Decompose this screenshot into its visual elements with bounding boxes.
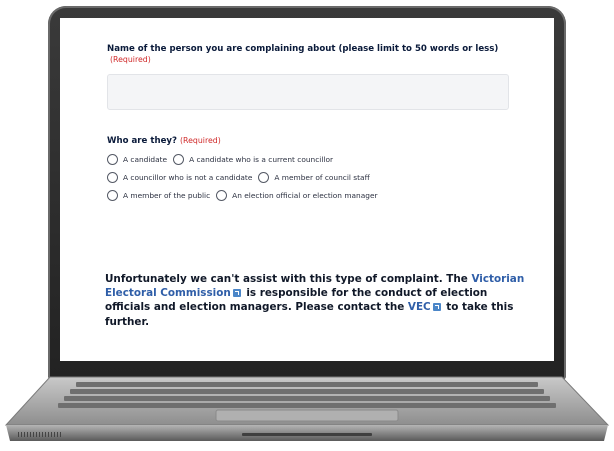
radio-button[interactable]: [258, 171, 270, 183]
complaint-form: Name of the person you are complaining a…: [107, 44, 517, 201]
trackpad: [215, 409, 399, 422]
laptop-screen: Name of the person you are complaining a…: [60, 18, 554, 361]
hinge-notch: [242, 433, 372, 436]
radio-row: A member of the public An election offic…: [107, 189, 517, 201]
radio-option-member-of-public[interactable]: A member of the public: [107, 189, 210, 201]
radio-button[interactable]: [107, 171, 118, 183]
required-marker: (Required): [110, 54, 151, 64]
required-marker: (Required): [180, 136, 221, 145]
radio-button[interactable]: [216, 189, 228, 201]
radio-option-candidate[interactable]: A candidate: [107, 153, 167, 165]
radio-option-councillor-not-candidate[interactable]: A councillor who is not a candidate: [107, 171, 252, 183]
cannot-assist-notice: Unfortunately we can't assist with this …: [105, 273, 525, 328]
radio-option-council-staff[interactable]: A member of council staff: [258, 171, 370, 183]
laptop-keyboard-deck: [4, 376, 610, 441]
radio-option-election-official[interactable]: An election official or election manager: [216, 189, 378, 201]
radio-button[interactable]: [173, 153, 185, 165]
external-link-icon: [232, 289, 241, 298]
radio-button[interactable]: [107, 189, 118, 201]
radio-row: A councillor who is not a candidate A me…: [107, 171, 517, 183]
person-name-input[interactable]: [107, 74, 509, 110]
who-question-label: Who are they? (Required): [107, 136, 221, 146]
vec-short-link[interactable]: VEC: [408, 301, 431, 313]
radio-option-candidate-current-councillor[interactable]: A candidate who is a current councillor: [173, 153, 333, 165]
vent-grille: [18, 432, 61, 437]
radio-row: A candidate A candidate who is a current…: [107, 153, 517, 165]
name-question-label: Name of the person you are complaining a…: [107, 44, 499, 64]
external-link-icon: [432, 303, 441, 312]
radio-button[interactable]: [107, 153, 118, 165]
laptop-base: [4, 375, 610, 447]
